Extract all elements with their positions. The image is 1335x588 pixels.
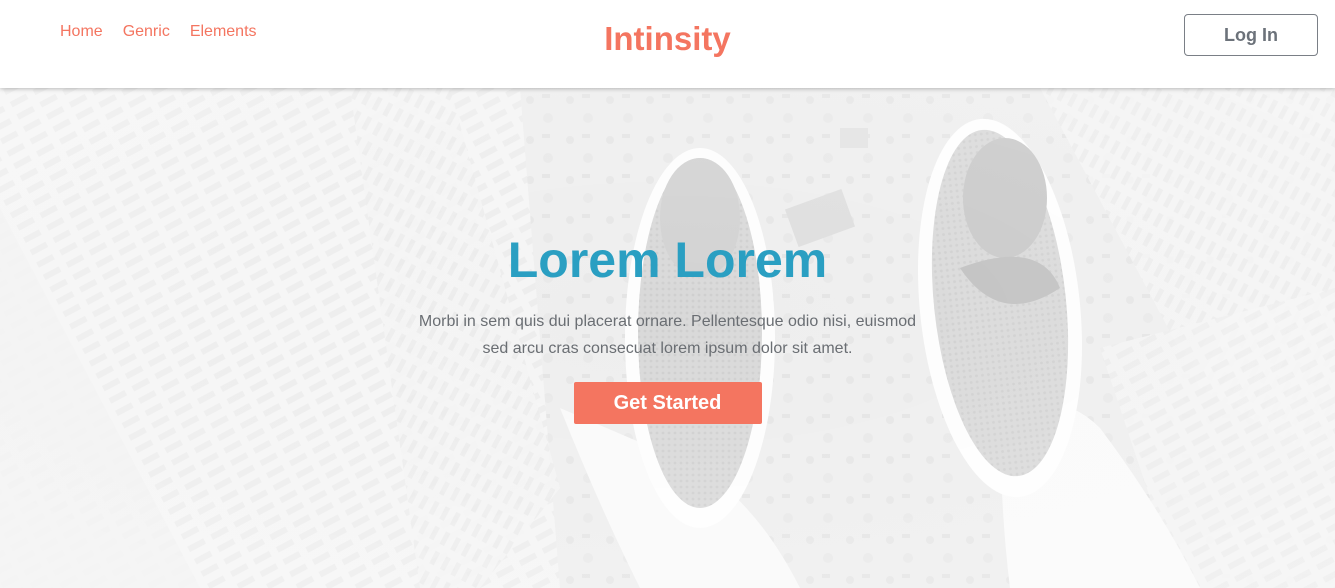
hero-description: Morbi in sem quis dui placerat ornare. P… <box>418 313 917 357</box>
hero-title: Lorem Lorem <box>507 232 828 288</box>
hero-section: Lorem Lorem Morbi in sem quis dui placer… <box>0 88 1335 588</box>
login-button[interactable]: Log In <box>1184 14 1318 56</box>
site-header: Home Genric Elements Intinsity Log In <box>0 0 1335 88</box>
hero-content: Lorem Lorem Morbi in sem quis dui placer… <box>0 228 1335 424</box>
site-logo[interactable]: Intinsity <box>0 20 1335 58</box>
get-started-button[interactable]: Get Started <box>573 382 762 424</box>
